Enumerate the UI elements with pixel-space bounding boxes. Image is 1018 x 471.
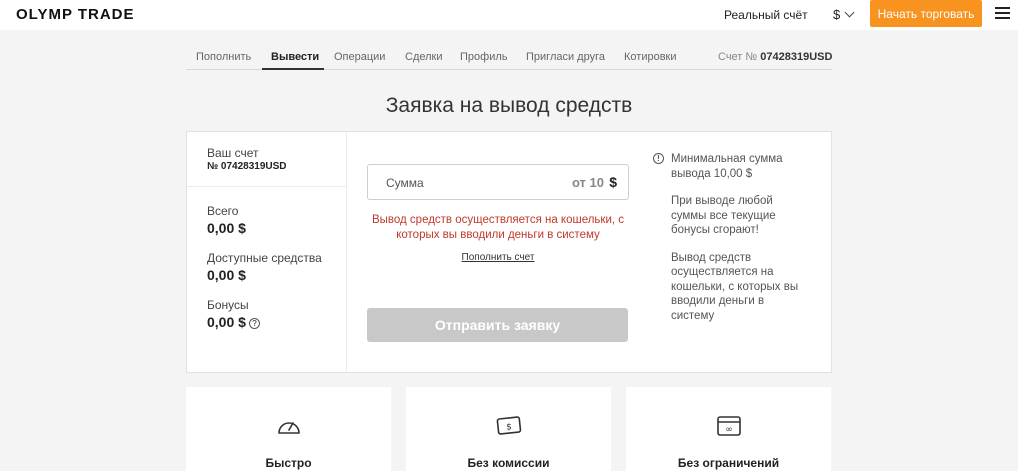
currency-selector[interactable]: $ [833,7,855,22]
svg-text:$: $ [506,423,512,433]
page-title: Заявка на вывод средств [385,94,633,117]
withdrawal-info: ! Минимальная сумма вывода 10,00 $ При в… [653,152,803,336]
bonus-value: 0,00 $ [207,314,246,330]
currency-label: $ [833,7,841,22]
info-min-amount: Минимальная сумма вывода 10,00 $ [671,153,783,180]
top-header: OLYMP TRADE Реальный счёт $ Начать торго… [0,0,1018,30]
account-type-selector[interactable]: Реальный счёт [724,8,808,22]
tab-deposit[interactable]: Пополнить [196,51,251,63]
balance-summary: Ваш счет № 07428319USD Всего 0,00 $ Дост… [187,132,347,372]
feature-no-limits: ∞ Без ограничений [626,387,831,471]
feature-label: Быстро [265,456,312,470]
tab-invite-friend[interactable]: Пригласи друга [526,51,605,63]
feature-label: Без ограничений [677,456,780,470]
tab-quotes[interactable]: Котировки [624,51,677,63]
speedometer-icon [278,422,300,434]
account-label: Ваш счет [207,146,259,160]
svg-text:∞: ∞ [725,425,733,435]
account-value: № 07428319USD [207,161,287,172]
info-icon: ! [653,153,664,164]
feature-label: Без комиссии [467,456,550,470]
info-bonus-note: При выводе любой суммы все текущие бонус… [671,195,776,236]
tab-trades[interactable]: Сделки [405,51,443,63]
bonus-label: Бонусы [207,298,249,312]
start-trading-button[interactable]: Начать торговать [870,0,982,27]
amount-minimum: от 10 [571,175,604,190]
tab-withdraw[interactable]: Вывести [271,51,319,63]
menu-icon[interactable] [995,7,1010,20]
available-value: 0,00 $ [207,267,246,283]
card-infinity-icon: ∞ [717,416,741,436]
banknote-icon: $ [496,416,522,435]
active-tab-indicator [262,68,324,70]
amount-input[interactable]: Сумма от 10 $ [367,164,629,200]
info-wallet-note: Вывод средств осуществляется на кошельки… [671,251,799,322]
available-label: Доступные средства [207,251,322,265]
feature-no-fee: $ Без комиссии [406,387,611,471]
help-icon[interactable]: ? [248,318,260,329]
amount-currency: $ [609,174,617,190]
tab-operations[interactable]: Операции [334,51,385,63]
chevron-down-icon [844,7,855,18]
account-number: Счет № 07428319USD [718,51,832,63]
deposit-link[interactable]: Пополнить счет [367,252,629,263]
bonus-value-row: 0,00 $? [207,314,260,330]
submit-request-button[interactable]: Отправить заявку [367,308,628,342]
account-number-value: 07428319USD [760,51,833,63]
feature-fast: Быстро [186,387,391,471]
tab-profile[interactable]: Профиль [460,51,508,63]
account-number-prefix: Счет № [718,51,758,63]
amount-placeholder: Сумма [386,176,424,190]
total-value: 0,00 $ [207,220,246,236]
total-label: Всего [207,204,239,218]
withdrawal-card: Ваш счет № 07428319USD Всего 0,00 $ Дост… [186,131,832,373]
divider [187,186,347,187]
olymp-trade-logo[interactable]: OLYMP TRADE [16,6,135,23]
withdrawal-warning: Вывод средств осуществляется на кошельки… [371,214,625,241]
